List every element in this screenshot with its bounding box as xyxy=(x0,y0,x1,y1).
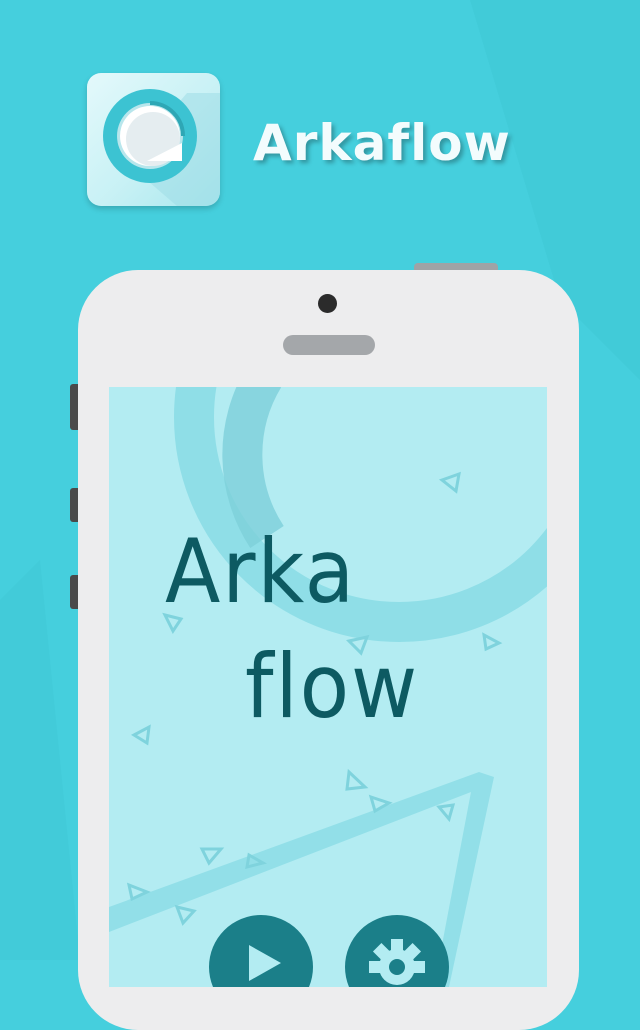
play-icon xyxy=(249,945,281,981)
play-button[interactable] xyxy=(209,915,313,987)
volume-down-button xyxy=(70,575,78,609)
arkaflow-ring-icon xyxy=(103,89,220,206)
phone-screen: Arka flow xyxy=(109,387,547,987)
app-icon xyxy=(87,73,220,206)
logo-text-line-2: flow xyxy=(245,635,420,738)
settings-button[interactable] xyxy=(345,915,449,987)
app-name: Arkaflow xyxy=(253,114,511,172)
front-camera xyxy=(318,294,337,313)
earpiece-speaker xyxy=(283,335,375,355)
volume-up-button xyxy=(70,488,78,522)
logo-text-line-1: Arka xyxy=(165,520,357,623)
mute-switch xyxy=(70,384,78,430)
gear-icon xyxy=(369,939,425,985)
